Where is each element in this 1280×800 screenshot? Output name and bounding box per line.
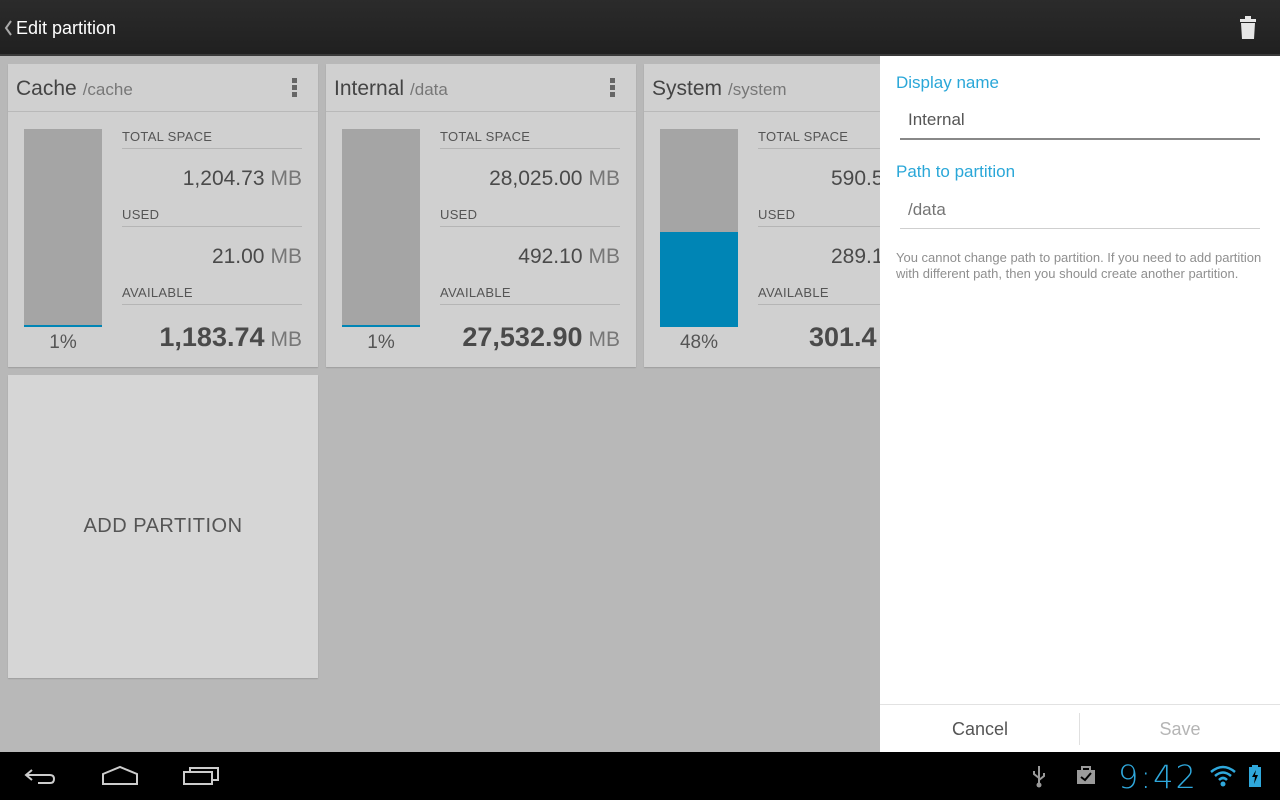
total-space-label-text: TOTAL SPACE <box>122 129 213 144</box>
shopping-bag-icon <box>1075 764 1097 788</box>
wifi-icon <box>1210 764 1236 788</box>
overflow-menu-icon[interactable] <box>608 78 616 100</box>
available-value: 301.4 <box>809 322 880 353</box>
total-space-label: TOTAL SPACE <box>758 129 880 149</box>
unit-label: MB <box>270 245 303 268</box>
display-name-label: Display name <box>896 73 999 92</box>
partition-path: /data <box>410 80 448 99</box>
usage-bar <box>24 129 102 327</box>
overflow-menu-icon[interactable] <box>290 78 298 100</box>
available-number: 1,183.74 <box>159 322 265 352</box>
available-label: AVAILABLE <box>758 285 880 305</box>
add-partition-card[interactable]: ADD PARTITION <box>8 375 318 678</box>
used-value: 492.10 MB <box>440 245 620 269</box>
total-space-label-text: TOTAL SPACE <box>440 129 531 144</box>
total-space-label: TOTAL SPACE <box>440 129 620 149</box>
path-label: Path to partition <box>896 162 1016 181</box>
total-space-number: 590.5 <box>831 167 880 190</box>
available-value: 27,532.90 MB <box>440 322 620 353</box>
total-space-value: 590.5 <box>831 167 880 191</box>
chevron-left-icon[interactable] <box>3 17 15 39</box>
used-value: 289.1 <box>831 245 880 269</box>
available-label-text: AVAILABLE <box>122 285 193 300</box>
total-space-number: 1,204.73 <box>182 167 265 190</box>
unit-label: MB <box>588 328 621 351</box>
partition-path: /system <box>728 80 787 99</box>
action-bar: Edit partition <box>0 0 1280 56</box>
used-number: 21.00 <box>211 245 265 268</box>
usb-icon <box>1031 764 1047 788</box>
cancel-button[interactable]: Cancel <box>880 705 1080 753</box>
edit-partition-panel: Display name Path to partition You canno… <box>880 56 1280 752</box>
used-label: USED <box>440 207 620 227</box>
partition-card-cache[interactable]: Cache/cache 1% TOTAL SPACE 1,204.73 MB US… <box>8 64 318 367</box>
unit-label: MB <box>270 328 303 351</box>
partition-name: Internal <box>334 77 405 100</box>
page-title[interactable]: Edit partition <box>16 16 116 40</box>
usage-bar-fill <box>342 325 420 327</box>
save-button[interactable]: Save <box>1080 705 1280 753</box>
total-space-value: 28,025.00 MB <box>440 167 620 191</box>
panel-footer: Cancel Save <box>880 704 1280 752</box>
unit-label: MB <box>588 167 621 190</box>
card-header: Internal/data <box>326 64 636 112</box>
available-label-text: AVAILABLE <box>758 285 829 300</box>
recent-apps-icon[interactable] <box>182 764 220 788</box>
path-note: You cannot change path to partition. If … <box>896 250 1262 281</box>
display-name-input[interactable] <box>900 102 1260 140</box>
usage-percent: 1% <box>49 332 77 353</box>
partition-card-system[interactable]: System/system 48% TOTAL SPACE 590.5 USED… <box>644 64 880 367</box>
partitions-grid: Cache/cache 1% TOTAL SPACE 1,204.73 MB US… <box>0 58 880 752</box>
used-label: USED <box>758 207 880 227</box>
partition-card-internal[interactable]: Internal/data 1% TOTAL SPACE 28,025.00 MB… <box>326 64 636 367</box>
available-label: AVAILABLE <box>440 285 620 305</box>
usage-bar <box>660 129 738 327</box>
partition-name: System <box>652 77 723 100</box>
used-number: 492.10 <box>518 245 583 268</box>
total-space-label-text: TOTAL SPACE <box>758 129 849 144</box>
usage-percent: 48% <box>679 332 719 353</box>
usage-bar-fill <box>24 325 102 327</box>
status-clock: 9:42 <box>1118 758 1198 796</box>
battery-charging-icon <box>1248 764 1262 788</box>
available-number: 301.4 <box>809 322 877 352</box>
card-header: System/system <box>644 64 880 112</box>
trash-icon[interactable] <box>1238 15 1258 41</box>
path-input <box>900 191 1260 229</box>
used-label-text: USED <box>758 207 796 222</box>
unit-label: MB <box>270 167 303 190</box>
available-value: 1,183.74 MB <box>122 322 302 353</box>
available-label: AVAILABLE <box>122 285 302 305</box>
unit-label: MB <box>588 245 621 268</box>
used-value: 21.00 MB <box>122 245 302 269</box>
partition-path: /cache <box>82 80 133 99</box>
usage-bar <box>342 129 420 327</box>
usage-bar-fill <box>660 232 738 327</box>
available-number: 27,532.90 <box>462 322 583 352</box>
used-number: 289.1 <box>831 245 880 268</box>
available-label-text: AVAILABLE <box>440 285 511 300</box>
total-space-value: 1,204.73 MB <box>122 167 302 191</box>
used-label-text: USED <box>122 207 160 222</box>
used-label: USED <box>122 207 302 227</box>
add-partition-label: ADD PARTITION <box>83 515 243 537</box>
total-space-label: TOTAL SPACE <box>122 129 302 149</box>
partition-name: Cache <box>16 77 77 100</box>
total-space-number: 28,025.00 <box>489 167 583 190</box>
system-nav-bar: 9:42 <box>0 752 1280 800</box>
used-label-text: USED <box>440 207 478 222</box>
usage-percent: 1% <box>367 332 395 353</box>
back-icon[interactable] <box>22 764 58 788</box>
home-icon[interactable] <box>101 764 139 788</box>
card-header: Cache/cache <box>8 64 318 112</box>
